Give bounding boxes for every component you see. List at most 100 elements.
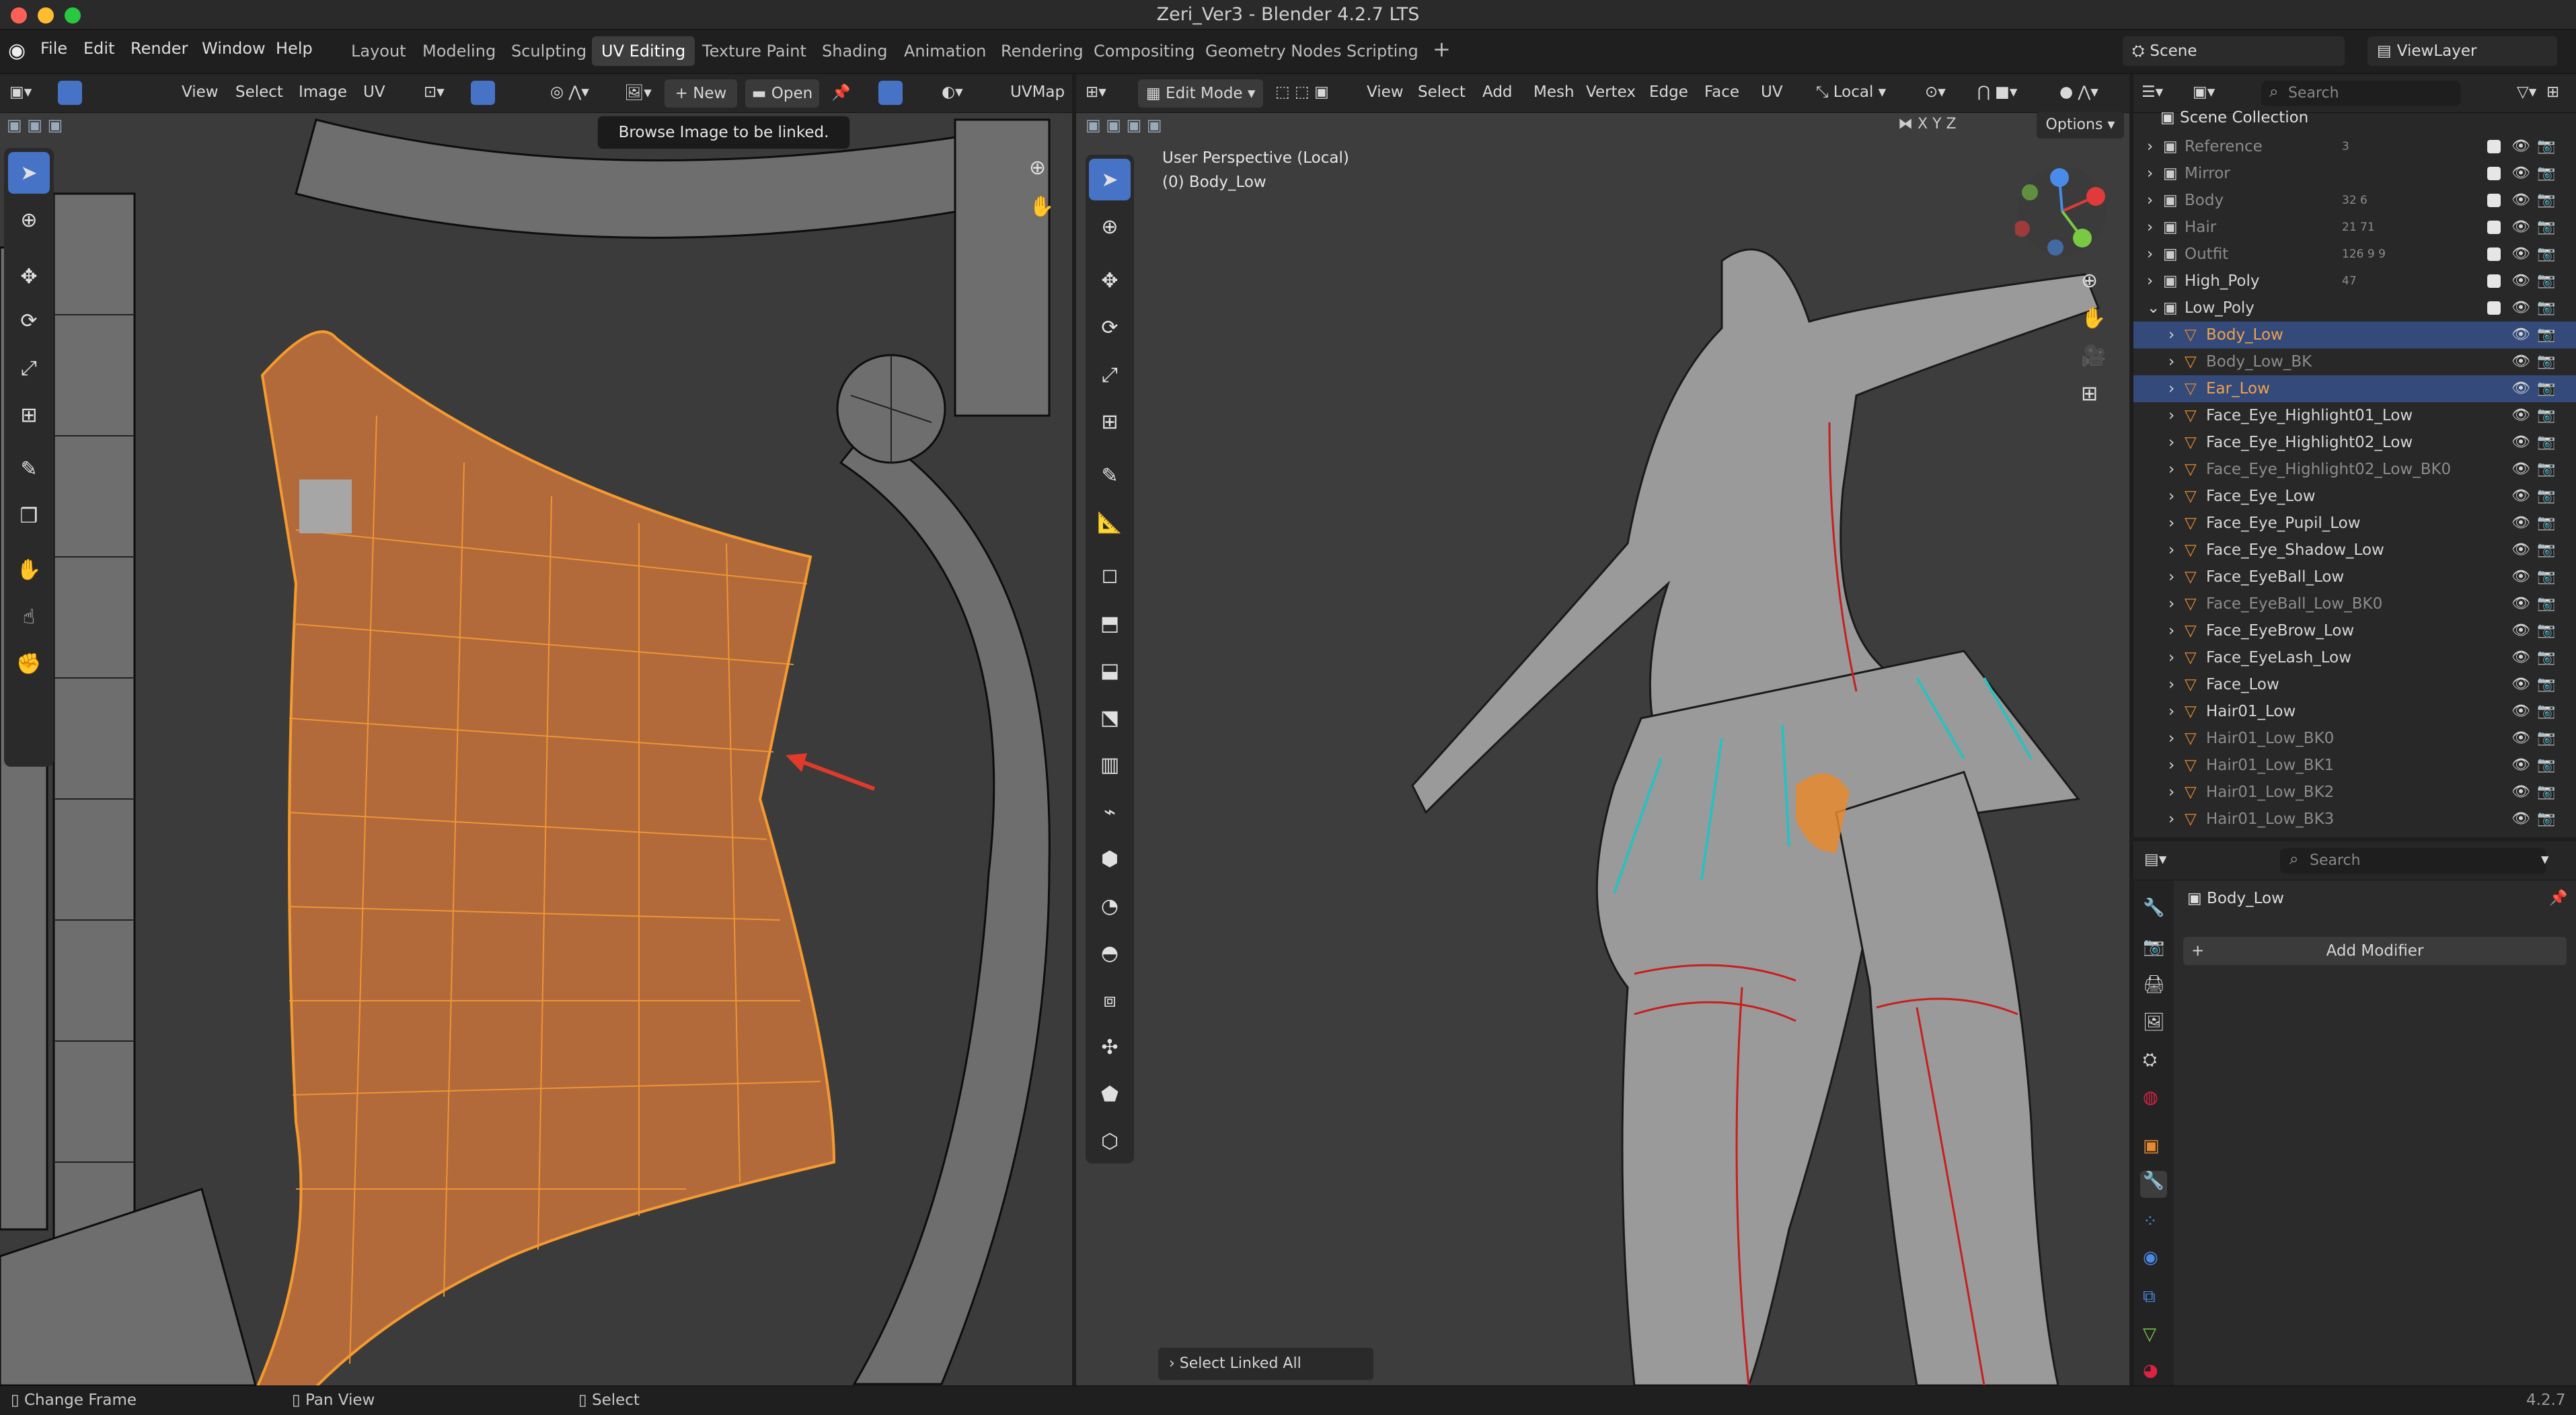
outliner-row[interactable]: › ▽ Face_Eye_Pupil_Low 👁 📷: [2133, 510, 2576, 537]
properties-editor-type-icon[interactable]: ▤▾: [2144, 851, 2166, 868]
visibility-eye-icon[interactable]: 👁: [2511, 375, 2530, 402]
vp-menu-edge[interactable]: Edge: [1649, 83, 1688, 101]
outliner-row[interactable]: › ▽ Ear_Low 👁 📷: [2133, 375, 2576, 402]
outliner-row[interactable]: › ▽ Hair01_Low_BK3 👁 📷: [2133, 806, 2576, 833]
mirror-axes[interactable]: ⧓ X Y Z: [1898, 116, 1957, 132]
outliner-row[interactable]: › ▣ Mirror 👁 📷: [2133, 160, 2576, 187]
visibility-eye-icon[interactable]: 👁: [2511, 698, 2530, 725]
visibility-eye-icon[interactable]: 👁: [2511, 806, 2530, 833]
exclude-checkbox[interactable]: [2487, 221, 2501, 234]
pan-hand-icon[interactable]: ✋: [1029, 195, 1054, 219]
shear-tool[interactable]: ⬟: [1089, 1073, 1131, 1115]
new-image-button[interactable]: + New: [665, 79, 737, 108]
workspace-tab-sculpting[interactable]: Sculpting: [502, 36, 596, 66]
uvmap-selector[interactable]: UVMap: [1010, 83, 1065, 101]
expand-chevron-icon[interactable]: ›: [2147, 187, 2153, 214]
outliner-row[interactable]: › ▣ Hair 21 71 👁 📷: [2133, 214, 2576, 241]
particles-tab-icon[interactable]: ⁘: [2143, 1211, 2158, 1231]
render-camera-icon[interactable]: 📷: [2537, 510, 2555, 537]
transform-tool[interactable]: ⊞: [8, 394, 50, 436]
vp-transform-tool[interactable]: ⊞: [1089, 401, 1131, 443]
render-camera-icon[interactable]: 📷: [2537, 321, 2555, 348]
visibility-eye-icon[interactable]: 👁: [2511, 402, 2530, 429]
visibility-eye-icon[interactable]: 👁: [2511, 429, 2530, 456]
workspace-tab-texture-paint[interactable]: Texture Paint: [693, 36, 816, 66]
vp-annotate-tool[interactable]: ✎: [1089, 455, 1131, 496]
render-camera-icon[interactable]: 📷: [2537, 268, 2555, 295]
relax-tool[interactable]: ☝: [8, 596, 50, 638]
last-operator-panel[interactable]: › Select Linked All: [1158, 1348, 1373, 1380]
orientation-selector[interactable]: ⤡ Local ▾: [1816, 83, 1886, 101]
render-camera-icon[interactable]: 📷: [2537, 483, 2555, 510]
display-mode-icon[interactable]: ▣▾: [2193, 83, 2215, 101]
outliner-row[interactable]: › ▣ High_Poly 47 👁 📷: [2133, 268, 2576, 295]
visibility-eye-icon[interactable]: 👁: [2511, 160, 2530, 187]
workspace-tab-shading[interactable]: Shading: [812, 36, 897, 66]
vp-menu-face[interactable]: Face: [1704, 83, 1739, 101]
uv-menu-select[interactable]: Select: [235, 83, 283, 101]
select-box-tool[interactable]: ➤: [8, 152, 50, 194]
menu-help[interactable]: Help: [276, 39, 313, 58]
vp-menu-uv[interactable]: UV: [1761, 83, 1783, 101]
outliner[interactable]: ☰▾ ▣▾ Search ⌕ ▽▾ ⊞ ▣ Scene Collection ›…: [2133, 74, 2576, 837]
visibility-eye-icon[interactable]: 👁: [2511, 133, 2530, 160]
render-camera-icon[interactable]: 📷: [2537, 241, 2555, 268]
magnet-icon[interactable]: ⋂ ■▾: [1977, 83, 2017, 101]
menu-window[interactable]: Window: [202, 39, 266, 58]
render-camera-icon[interactable]: 📷: [2537, 537, 2555, 564]
visibility-eye-icon[interactable]: 👁: [2511, 241, 2530, 268]
uv-canvas[interactable]: [0, 113, 1072, 1385]
overlay-icon[interactable]: ◐▾: [942, 83, 963, 101]
expand-chevron-icon[interactable]: ›: [2147, 268, 2153, 295]
outliner-row[interactable]: › ▽ Face_Eye_Shadow_Low 👁 📷: [2133, 537, 2576, 564]
image-browse-icon[interactable]: 🖼▾: [624, 83, 652, 102]
expand-chevron-icon[interactable]: ›: [2168, 671, 2174, 698]
new-collection-icon[interactable]: ⊞: [2546, 83, 2559, 101]
grab-tool[interactable]: ✋: [8, 549, 50, 590]
viewport-canvas[interactable]: [1076, 113, 2129, 1385]
pinch-tool[interactable]: ✊: [8, 643, 50, 685]
visibility-eye-icon[interactable]: 👁: [2511, 268, 2530, 295]
open-image-button[interactable]: ▬ Open: [745, 79, 819, 108]
workspace-tab-scripting[interactable]: Scripting: [1337, 36, 1428, 66]
outliner-row[interactable]: › ▣ Reference 3 👁 📷: [2133, 133, 2576, 160]
render-camera-icon[interactable]: 📷: [2537, 564, 2555, 590]
expand-chevron-icon[interactable]: ⌄: [2147, 295, 2160, 321]
smooth-tool[interactable]: ◓: [1089, 932, 1131, 974]
rotate-tool[interactable]: ⟳: [8, 300, 50, 342]
uv-menu-view[interactable]: View: [182, 83, 219, 101]
scene-collection-label[interactable]: ▣ Scene Collection: [2160, 109, 2308, 126]
workspace-tab-compositing[interactable]: Compositing: [1084, 36, 1204, 66]
object-tab-icon[interactable]: ▣: [2143, 1136, 2160, 1156]
visibility-eye-icon[interactable]: 👁: [2511, 537, 2530, 564]
pivot-icon[interactable]: ⊡▾: [424, 83, 445, 101]
expand-chevron-icon[interactable]: ›: [2168, 698, 2174, 725]
material-tab-icon[interactable]: ◕: [2143, 1361, 2158, 1381]
outliner-row[interactable]: › ▽ Face_Eye_Highlight02_Low_BK0 👁 📷: [2133, 456, 2576, 483]
properties-editor[interactable]: ▤▾ Search ⌕ ▾ 🔧 📷 🖨 🖼 ⛭ ◍ ▣ 🔧 ⁘ ◉ ⧉ ▽ ◕ …: [2133, 841, 2576, 1385]
loop-cut-tool[interactable]: ▥: [1089, 744, 1131, 786]
visibility-eye-icon[interactable]: 👁: [2511, 564, 2530, 590]
view-layer-tab-icon[interactable]: 🖼: [2143, 1012, 2165, 1032]
uv-menu-image[interactable]: Image: [299, 83, 347, 101]
exclude-checkbox[interactable]: [2487, 167, 2501, 180]
vp-cursor-tool[interactable]: ⊕: [1089, 206, 1131, 247]
properties-search[interactable]: Search: [2280, 848, 2546, 874]
visibility-eye-icon[interactable]: 👁: [2511, 295, 2530, 321]
3d-viewport[interactable]: ⊞▾ ▦ Edit Mode ▾ ⬚ ⬚ ▣ View Select Add M…: [1076, 74, 2129, 1385]
outliner-row[interactable]: › ▽ Face_EyeBall_Low 👁 📷: [2133, 564, 2576, 590]
uv-select-mode-icons[interactable]: ▣ ▣ ▣: [7, 116, 63, 135]
options-dropdown[interactable]: Options ▾: [2037, 112, 2124, 139]
workspace-tab-modeling[interactable]: Modeling: [413, 36, 505, 66]
constraints-tab-icon[interactable]: ⧉: [2143, 1287, 2156, 1307]
zoom-icon[interactable]: ⊕: [1029, 156, 1046, 180]
render-camera-icon[interactable]: 📷: [2537, 187, 2555, 214]
render-camera-icon[interactable]: 📷: [2537, 295, 2555, 321]
world-tab-icon[interactable]: ◍: [2143, 1087, 2158, 1108]
tool-tab-icon[interactable]: 🔧: [2143, 898, 2164, 918]
filter-icon[interactable]: ▽▾: [2517, 83, 2536, 101]
render-tab-icon[interactable]: 📷: [2143, 937, 2164, 957]
exclude-checkbox[interactable]: [2487, 274, 2501, 288]
outliner-row[interactable]: › ▽ Body_Low 👁 📷: [2133, 321, 2576, 348]
render-camera-icon[interactable]: 📷: [2537, 752, 2555, 779]
